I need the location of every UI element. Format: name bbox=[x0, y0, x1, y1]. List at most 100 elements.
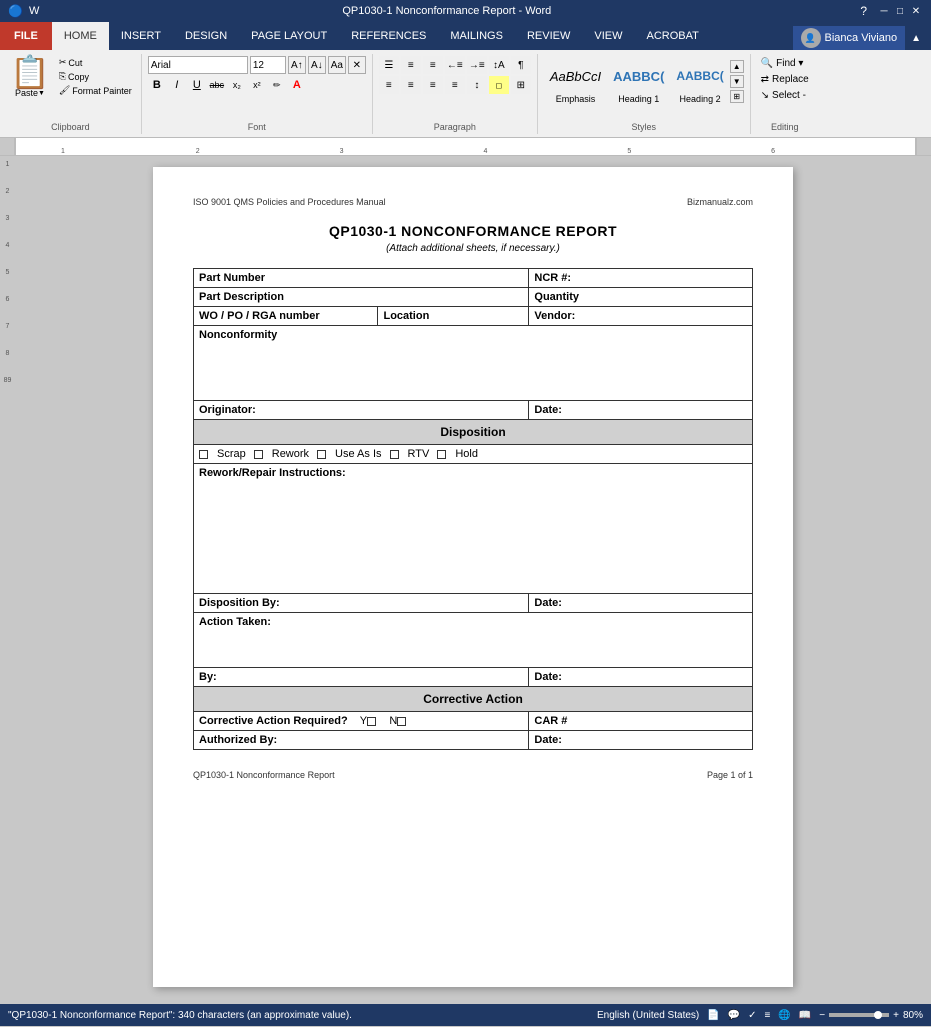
font-grow-button[interactable]: A↑ bbox=[288, 56, 306, 74]
align-right-button[interactable]: ≡ bbox=[423, 76, 443, 94]
subscript-button[interactable]: x₂ bbox=[228, 76, 246, 94]
ruler-num-89: 89 bbox=[4, 377, 12, 384]
tab-design[interactable]: DESIGN bbox=[173, 22, 239, 50]
status-track-icon: ✓ bbox=[748, 1010, 756, 1021]
word-page[interactable]: ISO 9001 QMS Policies and Procedures Man… bbox=[153, 167, 793, 987]
user-name: Bianca Viviano bbox=[825, 32, 898, 44]
zoom-out-button[interactable]: − bbox=[819, 1010, 825, 1021]
sort-button[interactable]: ↕A bbox=[489, 56, 509, 74]
tab-review[interactable]: REVIEW bbox=[515, 22, 582, 50]
tab-references[interactable]: REFERENCES bbox=[339, 22, 438, 50]
table-row-by: By: Date: bbox=[194, 668, 753, 687]
increase-indent-button[interactable]: →≡ bbox=[467, 56, 487, 74]
text-highlight-button[interactable]: ✏ bbox=[268, 76, 286, 94]
tab-mailings[interactable]: MAILINGS bbox=[438, 22, 515, 50]
hold-checkbox[interactable] bbox=[437, 450, 446, 459]
font-color-button[interactable]: A bbox=[288, 76, 306, 94]
style-emphasis-label: Emphasis bbox=[556, 94, 596, 104]
table-row-rework: Rework/Repair Instructions: bbox=[194, 464, 753, 594]
bold-button[interactable]: B bbox=[148, 76, 166, 94]
tab-insert[interactable]: INSERT bbox=[109, 22, 173, 50]
ruler: 1 2 3 4 5 6 bbox=[0, 138, 931, 156]
strikethrough-button[interactable]: abc bbox=[208, 76, 226, 94]
style-heading2[interactable]: AABBC( Heading 2 bbox=[670, 56, 729, 106]
bullets-button[interactable]: ☰ bbox=[379, 56, 399, 74]
part-description-label: Part Description bbox=[194, 288, 529, 307]
styles-scroll-up[interactable]: ▲ bbox=[730, 60, 744, 73]
rework-checkbox[interactable] bbox=[254, 450, 263, 459]
location-label: Location bbox=[378, 307, 529, 326]
ribbon-group-styles: AaBbCcI Emphasis AABBC( Heading 1 AABBC(… bbox=[538, 54, 751, 134]
style-heading1[interactable]: AABBC( Heading 1 bbox=[607, 56, 670, 106]
style-emphasis[interactable]: AaBbCcI Emphasis bbox=[544, 56, 607, 106]
paste-button[interactable]: 📋 Paste ▼ bbox=[6, 56, 54, 98]
rtv-checkbox[interactable] bbox=[390, 450, 399, 459]
ruler-num-2: 2 bbox=[6, 188, 10, 195]
zoom-in-button[interactable]: + bbox=[893, 1010, 899, 1021]
ruler-mark-2: 2 bbox=[196, 148, 200, 155]
table-row-corrective-header: Corrective Action bbox=[194, 687, 753, 712]
styles-group-label: Styles bbox=[631, 122, 656, 132]
use-as-is-checkbox[interactable] bbox=[317, 450, 326, 459]
help-button[interactable]: ? bbox=[854, 4, 873, 18]
styles-more[interactable]: ⊞ bbox=[730, 90, 744, 103]
zoom-slider[interactable] bbox=[829, 1013, 889, 1017]
font-size-input[interactable] bbox=[250, 56, 286, 74]
find-button[interactable]: 🔍 Find ▾ bbox=[757, 56, 813, 71]
style-heading1-preview: AABBC( bbox=[613, 58, 664, 94]
tab-acrobat[interactable]: ACROBAT bbox=[634, 22, 710, 50]
ribbon-group-clipboard: 📋 Paste ▼ ✂ Cut ⎘ Copy 🖌 Format Painter … bbox=[0, 54, 142, 134]
copy-button[interactable]: ⎘ Copy bbox=[56, 70, 135, 83]
user-section[interactable]: 👤 Bianca Viviano bbox=[793, 26, 906, 50]
minimize-button[interactable]: ─ bbox=[877, 4, 891, 18]
tab-home[interactable]: HOME bbox=[52, 22, 109, 50]
corrective-action-header: Corrective Action bbox=[194, 687, 753, 712]
disposition-header: Disposition bbox=[194, 420, 753, 445]
status-language: English (United States) bbox=[597, 1010, 699, 1021]
no-checkbox[interactable] bbox=[397, 717, 406, 726]
show-marks-button[interactable]: ¶ bbox=[511, 56, 531, 74]
title-bar: 🔵 W QP1030-1 Nonconformance Report - Wor… bbox=[0, 0, 931, 22]
borders-button[interactable]: ⊞ bbox=[511, 76, 531, 94]
font-shrink-button[interactable]: A↓ bbox=[308, 56, 326, 74]
replace-button[interactable]: ⇄ Replace bbox=[757, 72, 813, 87]
font-case-button[interactable]: Aa bbox=[328, 56, 346, 74]
scrap-checkbox[interactable] bbox=[199, 450, 208, 459]
decrease-indent-button[interactable]: ←≡ bbox=[445, 56, 465, 74]
format-painter-button[interactable]: 🖌 Format Painter bbox=[56, 84, 135, 97]
align-center-button[interactable]: ≡ bbox=[401, 76, 421, 94]
tab-page-layout[interactable]: PAGE LAYOUT bbox=[239, 22, 339, 50]
user-avatar: 👤 bbox=[801, 28, 821, 48]
table-row-authorized: Authorized By: Date: bbox=[194, 731, 753, 750]
styles-scroll-down[interactable]: ▼ bbox=[730, 75, 744, 88]
doc-title: QP1030-1 NONCONFORMANCE REPORT bbox=[193, 223, 753, 239]
doc-subtitle: (Attach additional sheets, if necessary.… bbox=[193, 243, 753, 254]
line-spacing-button[interactable]: ↕ bbox=[467, 76, 487, 94]
paste-label: Paste ▼ bbox=[15, 88, 45, 98]
style-heading2-preview: AABBC( bbox=[676, 58, 723, 94]
clear-format-button[interactable]: ✕ bbox=[348, 56, 366, 74]
yes-checkbox[interactable] bbox=[367, 717, 376, 726]
cut-button[interactable]: ✂ Cut bbox=[56, 56, 135, 69]
ribbon-collapse-button[interactable]: ▲ bbox=[905, 33, 927, 44]
close-button[interactable]: ✕ bbox=[909, 4, 923, 18]
shading-button[interactable]: ◻ bbox=[489, 76, 509, 94]
underline-button[interactable]: U bbox=[188, 76, 206, 94]
clipboard-group-label: Clipboard bbox=[51, 122, 90, 132]
italic-button[interactable]: I bbox=[168, 76, 186, 94]
font-name-input[interactable] bbox=[148, 56, 248, 74]
multilevel-button[interactable]: ≡ bbox=[423, 56, 443, 74]
tab-file[interactable]: FILE bbox=[0, 22, 52, 50]
justify-button[interactable]: ≡ bbox=[445, 76, 465, 94]
maximize-button[interactable]: □ bbox=[893, 4, 907, 18]
header-right: Bizmanualz.com bbox=[687, 197, 753, 207]
ribbon-group-editing: 🔍 Find ▾ ⇄ Replace ↘ Select - Editing bbox=[751, 54, 819, 134]
numbering-button[interactable]: ≡ bbox=[401, 56, 421, 74]
select-button[interactable]: ↘ Select - bbox=[757, 88, 813, 103]
tab-view[interactable]: VIEW bbox=[582, 22, 634, 50]
zoom-control[interactable]: − + 80% bbox=[819, 1010, 923, 1021]
table-row-corrective-required: Corrective Action Required? Y N CAR # bbox=[194, 712, 753, 731]
align-left-button[interactable]: ≡ bbox=[379, 76, 399, 94]
page-footer: QP1030-1 Nonconformance Report Page 1 of… bbox=[193, 770, 753, 780]
superscript-button[interactable]: x² bbox=[248, 76, 266, 94]
